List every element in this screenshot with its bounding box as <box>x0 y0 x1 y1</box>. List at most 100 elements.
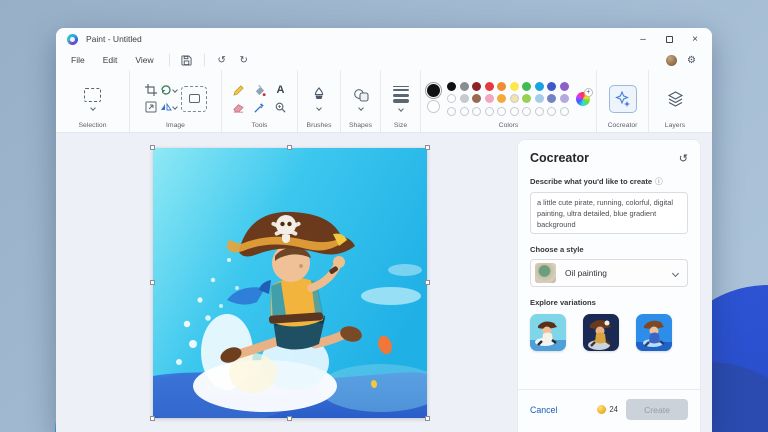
resize-handle-se[interactable] <box>425 416 430 421</box>
resize-handle-n[interactable] <box>287 145 292 150</box>
menu-file[interactable]: File <box>62 52 94 68</box>
palette-swatch[interactable] <box>522 94 532 103</box>
resize-handle-w[interactable] <box>150 280 155 285</box>
shapes-icon <box>353 88 369 102</box>
color2-swatch[interactable] <box>427 100 441 113</box>
palette-swatch[interactable] <box>447 94 457 103</box>
palette-swatch[interactable] <box>459 81 469 91</box>
info-icon[interactable]: ⓘ <box>655 176 663 187</box>
rotate-button[interactable] <box>160 84 178 96</box>
chevron-down-icon <box>357 104 364 111</box>
create-button[interactable]: Create <box>626 399 688 420</box>
custom-color-slot[interactable] <box>534 106 544 116</box>
resize-icon[interactable] <box>145 101 157 113</box>
resize-handle-sw[interactable] <box>150 416 155 421</box>
canvas-selection[interactable] <box>150 145 430 421</box>
eraser-icon[interactable] <box>232 101 245 114</box>
magnifier-icon[interactable] <box>274 101 287 114</box>
brushes-button[interactable] <box>312 87 326 111</box>
palette-swatch[interactable] <box>497 94 507 103</box>
resize-handle-nw[interactable] <box>150 145 155 150</box>
crop-icon[interactable] <box>145 84 157 96</box>
custom-color-slot[interactable] <box>509 106 519 116</box>
ribbon-group-tools: A Tools <box>222 70 298 132</box>
palette-swatch[interactable] <box>497 81 507 91</box>
flip-button[interactable] <box>160 101 178 113</box>
custom-color-slot[interactable] <box>447 106 457 116</box>
chevron-down-icon[interactable] <box>89 104 96 111</box>
palette-swatch[interactable] <box>559 81 569 91</box>
paint-app-icon <box>67 33 78 45</box>
minimize-button[interactable]: – <box>630 29 656 49</box>
custom-color-slot[interactable] <box>459 106 469 116</box>
shapes-button[interactable] <box>353 88 369 111</box>
variation-thumb-1[interactable] <box>530 314 566 351</box>
menubar-divider-2 <box>203 54 205 66</box>
selection-tool-button[interactable] <box>84 87 101 111</box>
custom-color-slot[interactable] <box>472 106 482 116</box>
custom-color-slot[interactable] <box>497 106 507 116</box>
color1-swatch[interactable] <box>424 81 443 100</box>
palette-swatch[interactable] <box>459 94 469 103</box>
palette-swatch[interactable] <box>509 81 519 91</box>
palette-swatch[interactable] <box>472 94 482 103</box>
group-label-layers: Layers <box>664 122 686 129</box>
redo-button[interactable]: ↻ <box>233 52 255 68</box>
palette-swatch[interactable] <box>534 94 544 103</box>
variation-thumb-3[interactable] <box>636 314 672 351</box>
fill-bucket-icon[interactable] <box>253 84 266 97</box>
palette-swatch[interactable] <box>547 94 557 103</box>
maximize-button[interactable] <box>656 29 682 49</box>
color-palette <box>447 81 569 116</box>
style-dropdown[interactable]: Oil painting <box>530 259 688 287</box>
resize-handle-e[interactable] <box>425 280 430 285</box>
ribbon-group-brushes: Brushes <box>298 70 341 132</box>
ribbon-group-colors: Colors <box>421 70 597 132</box>
layers-button[interactable] <box>661 85 689 113</box>
palette-swatch[interactable] <box>484 81 494 91</box>
edit-colors-wheel-icon[interactable] <box>575 87 593 106</box>
eyedropper-icon[interactable] <box>253 101 266 114</box>
palette-swatch[interactable] <box>522 81 532 91</box>
account-avatar[interactable] <box>666 54 678 66</box>
variations-label: Explore variations <box>530 298 596 307</box>
ribbon-group-layers: Layers <box>649 70 701 132</box>
resize-handle-s[interactable] <box>287 416 292 421</box>
palette-swatch[interactable] <box>547 81 557 91</box>
size-button[interactable] <box>392 85 409 113</box>
prompt-input[interactable]: a little cute pirate, running, colorful,… <box>530 192 688 234</box>
close-button[interactable]: × <box>682 29 708 49</box>
history-icon[interactable]: ↺ <box>679 152 688 165</box>
cocreator-button[interactable] <box>608 84 637 113</box>
cancel-button[interactable]: Cancel <box>530 405 557 415</box>
custom-color-slot[interactable] <box>547 106 557 116</box>
palette-swatch[interactable] <box>484 94 494 103</box>
ribbon-group-shapes: Shapes <box>341 70 381 132</box>
palette-swatch[interactable] <box>472 81 482 91</box>
palette-swatch[interactable] <box>509 94 519 103</box>
menu-view[interactable]: View <box>126 52 162 68</box>
ribbon-group-cocreator: Cocreator <box>597 70 649 132</box>
group-label-colors: Colors <box>498 122 519 129</box>
text-tool-icon[interactable]: A <box>277 84 285 96</box>
settings-gear-icon[interactable]: ⚙ <box>687 55 696 66</box>
custom-color-slot[interactable] <box>559 106 569 116</box>
pencil-icon[interactable] <box>232 84 245 97</box>
undo-button[interactable]: ↺ <box>211 52 233 68</box>
remove-background-button[interactable] <box>181 85 207 112</box>
ribbon-toolbar: Selection Image A Tools Brushes Shapes S… <box>56 70 712 133</box>
workspace: Cocreator ↺ Describe what you'd like to … <box>56 133 712 432</box>
chevron-down-icon <box>316 105 322 111</box>
chevron-down-icon <box>671 269 680 277</box>
variation-thumb-2[interactable] <box>583 314 619 351</box>
custom-color-slot[interactable] <box>484 106 494 116</box>
save-button[interactable] <box>176 52 198 68</box>
palette-swatch[interactable] <box>534 81 544 91</box>
palette-swatch[interactable] <box>559 94 569 103</box>
group-label-shapes: Shapes <box>348 122 373 129</box>
paint-window: Paint - Untitled – × File Edit View ↺ ↻ … <box>56 28 712 432</box>
palette-swatch[interactable] <box>447 81 457 91</box>
menu-edit[interactable]: Edit <box>94 52 127 68</box>
custom-color-slot[interactable] <box>522 106 532 116</box>
resize-handle-ne[interactable] <box>425 145 430 150</box>
